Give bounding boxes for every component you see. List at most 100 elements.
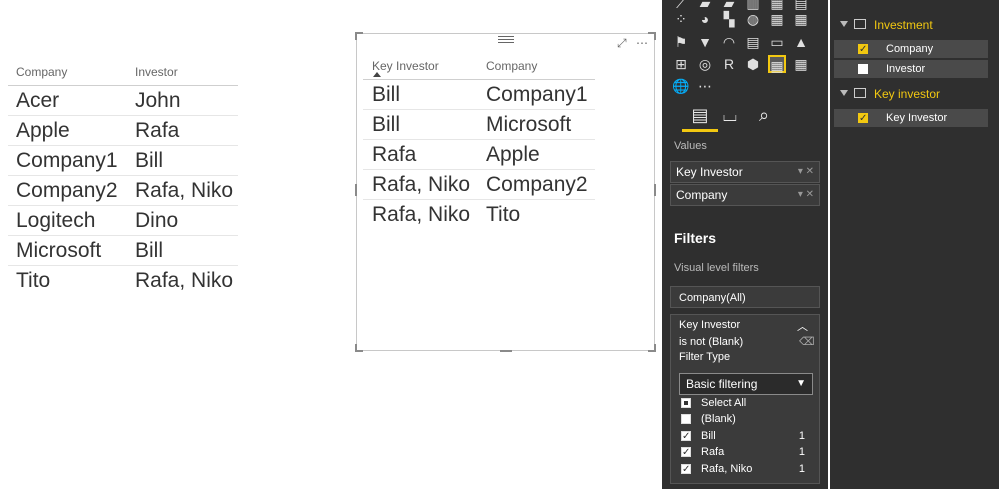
analytics-magnifier-icon[interactable]: ⌕ xyxy=(746,100,782,132)
resize-handle[interactable] xyxy=(648,32,656,40)
well-remove-icon[interactable]: ▾ ✕ xyxy=(798,162,814,182)
globe-map-icon[interactable]: ◍ xyxy=(744,10,762,28)
treemap-icon[interactable]: ▚ xyxy=(720,10,738,28)
cell-company: Logitech xyxy=(16,209,96,232)
donut-chart-icon[interactable]: ◎ xyxy=(696,55,714,73)
option-label: Rafa xyxy=(701,446,725,458)
expand-caret-icon[interactable] xyxy=(840,21,848,27)
column-header-company[interactable]: Company xyxy=(16,65,67,79)
values-label: Values xyxy=(674,140,707,152)
cell-investor: John xyxy=(135,89,181,112)
filter-option-rafa-niko[interactable]: Rafa, Niko 1 xyxy=(679,461,813,478)
resize-handle[interactable] xyxy=(648,344,656,352)
scatter-chart-icon[interactable]: ⁘ xyxy=(672,10,690,28)
matrix-icon[interactable]: ▦ xyxy=(792,55,810,73)
resize-handle[interactable] xyxy=(355,184,357,196)
filter-option-blank[interactable]: (Blank) xyxy=(679,411,813,427)
table-visual[interactable]: ⤢ ⋯ Key Investor Company Bill Company1 Bi… xyxy=(355,32,656,352)
expand-caret-icon[interactable] xyxy=(840,90,848,96)
matrix-grid-icon[interactable]: ▦ xyxy=(768,10,786,28)
filter-option-rafa[interactable]: Rafa 1 xyxy=(679,444,813,461)
option-count: 1 xyxy=(798,463,805,475)
key-investor-table: Key Investor Company Bill Company1 Bill Mi… xyxy=(363,54,595,230)
resize-handle[interactable] xyxy=(500,350,512,352)
checkbox[interactable] xyxy=(681,429,691,445)
collapse-chevron-up-icon[interactable]: ︿ xyxy=(797,318,808,334)
funnel-icon[interactable]: ▼ xyxy=(696,33,714,51)
cell-key-investor: Rafa, Niko xyxy=(372,173,471,196)
pie-chart-icon[interactable]: ◕ xyxy=(696,10,714,28)
well-remove-icon[interactable]: ▾ ✕ xyxy=(798,185,814,205)
resize-handle[interactable] xyxy=(355,32,363,40)
checkbox[interactable] xyxy=(681,398,691,408)
checkbox[interactable] xyxy=(858,64,868,74)
cell-investor: Dino xyxy=(135,209,179,232)
option-label: Select All xyxy=(701,397,747,409)
filter-option-select-all[interactable]: Select All xyxy=(679,395,813,411)
more-options-icon[interactable]: ⋯ xyxy=(636,36,648,50)
checkbox[interactable] xyxy=(681,445,691,461)
more-visuals-icon[interactable]: ⋯ xyxy=(696,77,714,95)
cell-company: Acer xyxy=(16,89,60,112)
cell-company: Microsoft xyxy=(16,239,102,262)
slicer-icon[interactable]: ⊞ xyxy=(672,55,690,73)
r-script-icon[interactable]: R xyxy=(720,55,738,73)
cell-key-investor: Rafa xyxy=(372,143,417,166)
cell-investor: Bill xyxy=(135,239,164,262)
company-investor-table: Company Investor Acer John Apple Rafa Comp… xyxy=(8,60,238,296)
group-label: Investment xyxy=(874,18,933,32)
filters-title: Filters xyxy=(674,230,717,246)
field-key-investor[interactable]: Key Investor xyxy=(834,109,988,128)
checkbox[interactable] xyxy=(858,110,868,128)
format-paint-roller-icon[interactable]: ⌴ xyxy=(712,100,748,132)
checkbox[interactable] xyxy=(858,41,868,59)
cell-investor: Bill xyxy=(135,149,164,172)
gauge-icon[interactable]: ◠ xyxy=(720,33,738,51)
table-visual-icon[interactable]: ▦ xyxy=(768,55,786,74)
resize-handle[interactable] xyxy=(355,344,363,352)
fields-panel: Investment Company Investor Key investor… xyxy=(830,0,999,489)
table-row: Rafa, Niko Company2 xyxy=(363,170,595,200)
filter-card-company[interactable]: Company(All) xyxy=(670,286,820,308)
field-company[interactable]: Company xyxy=(834,40,988,59)
filled-map-icon[interactable]: ⚑ xyxy=(672,33,690,51)
checkbox[interactable] xyxy=(681,462,691,478)
card-icon[interactable]: ▤ xyxy=(744,33,762,51)
field-label: Investor xyxy=(886,63,926,75)
drag-handle-icon[interactable] xyxy=(498,34,514,44)
multi-row-card-icon[interactable]: ▭ xyxy=(768,33,786,51)
custom-visual-icon[interactable]: 🌐 xyxy=(672,77,690,95)
cell-investor: Rafa xyxy=(135,119,180,142)
cell-company: Microsoft xyxy=(486,113,572,136)
field-label: Key Investor xyxy=(886,112,948,124)
value-well-company[interactable]: Company ▾ ✕ xyxy=(670,184,820,206)
cell-company: Apple xyxy=(486,143,540,166)
shape-map-icon[interactable]: ⬢ xyxy=(744,55,762,73)
kpi-icon[interactable]: ▲ xyxy=(792,33,810,51)
cell-company: Company1 xyxy=(16,149,118,172)
option-count: 1 xyxy=(798,430,805,442)
table-row: Logitech Dino xyxy=(8,206,238,236)
value-well-key-investor[interactable]: Key Investor ▾ ✕ xyxy=(670,161,820,183)
table-icon xyxy=(854,88,866,98)
column-header-investor[interactable]: Investor xyxy=(135,65,178,79)
clear-filter-eraser-icon[interactable]: ⌫ xyxy=(799,335,815,348)
resize-handle[interactable] xyxy=(654,184,656,196)
cell-key-investor: Bill xyxy=(372,83,401,106)
filter-option-bill[interactable]: Bill 1 xyxy=(679,428,813,445)
panel-tabs: ▤ ⌴ ⌕ xyxy=(670,100,820,132)
field-investor[interactable]: Investor xyxy=(834,60,988,78)
column-header-key-investor[interactable]: Key Investor xyxy=(372,59,439,73)
cell-company: Company2 xyxy=(16,179,118,202)
cell-company: Tito xyxy=(486,203,521,226)
filter-field-name: Key Investor xyxy=(679,319,741,331)
filter-type-dropdown[interactable]: Basic filtering ▼ xyxy=(679,373,813,395)
table-row: Tito Rafa, Niko xyxy=(8,266,238,296)
grid-icon[interactable]: ▦ xyxy=(792,10,810,28)
filter-card-key-investor: Key Investor ︿ is not (Blank) ⌫ Filter T… xyxy=(670,314,820,484)
table-row: Company1 Bill xyxy=(8,146,238,176)
column-header-company[interactable]: Company xyxy=(486,59,537,73)
sort-ascending-icon xyxy=(373,72,381,77)
checkbox[interactable] xyxy=(681,414,691,424)
focus-mode-icon[interactable]: ⤢ xyxy=(617,36,627,51)
